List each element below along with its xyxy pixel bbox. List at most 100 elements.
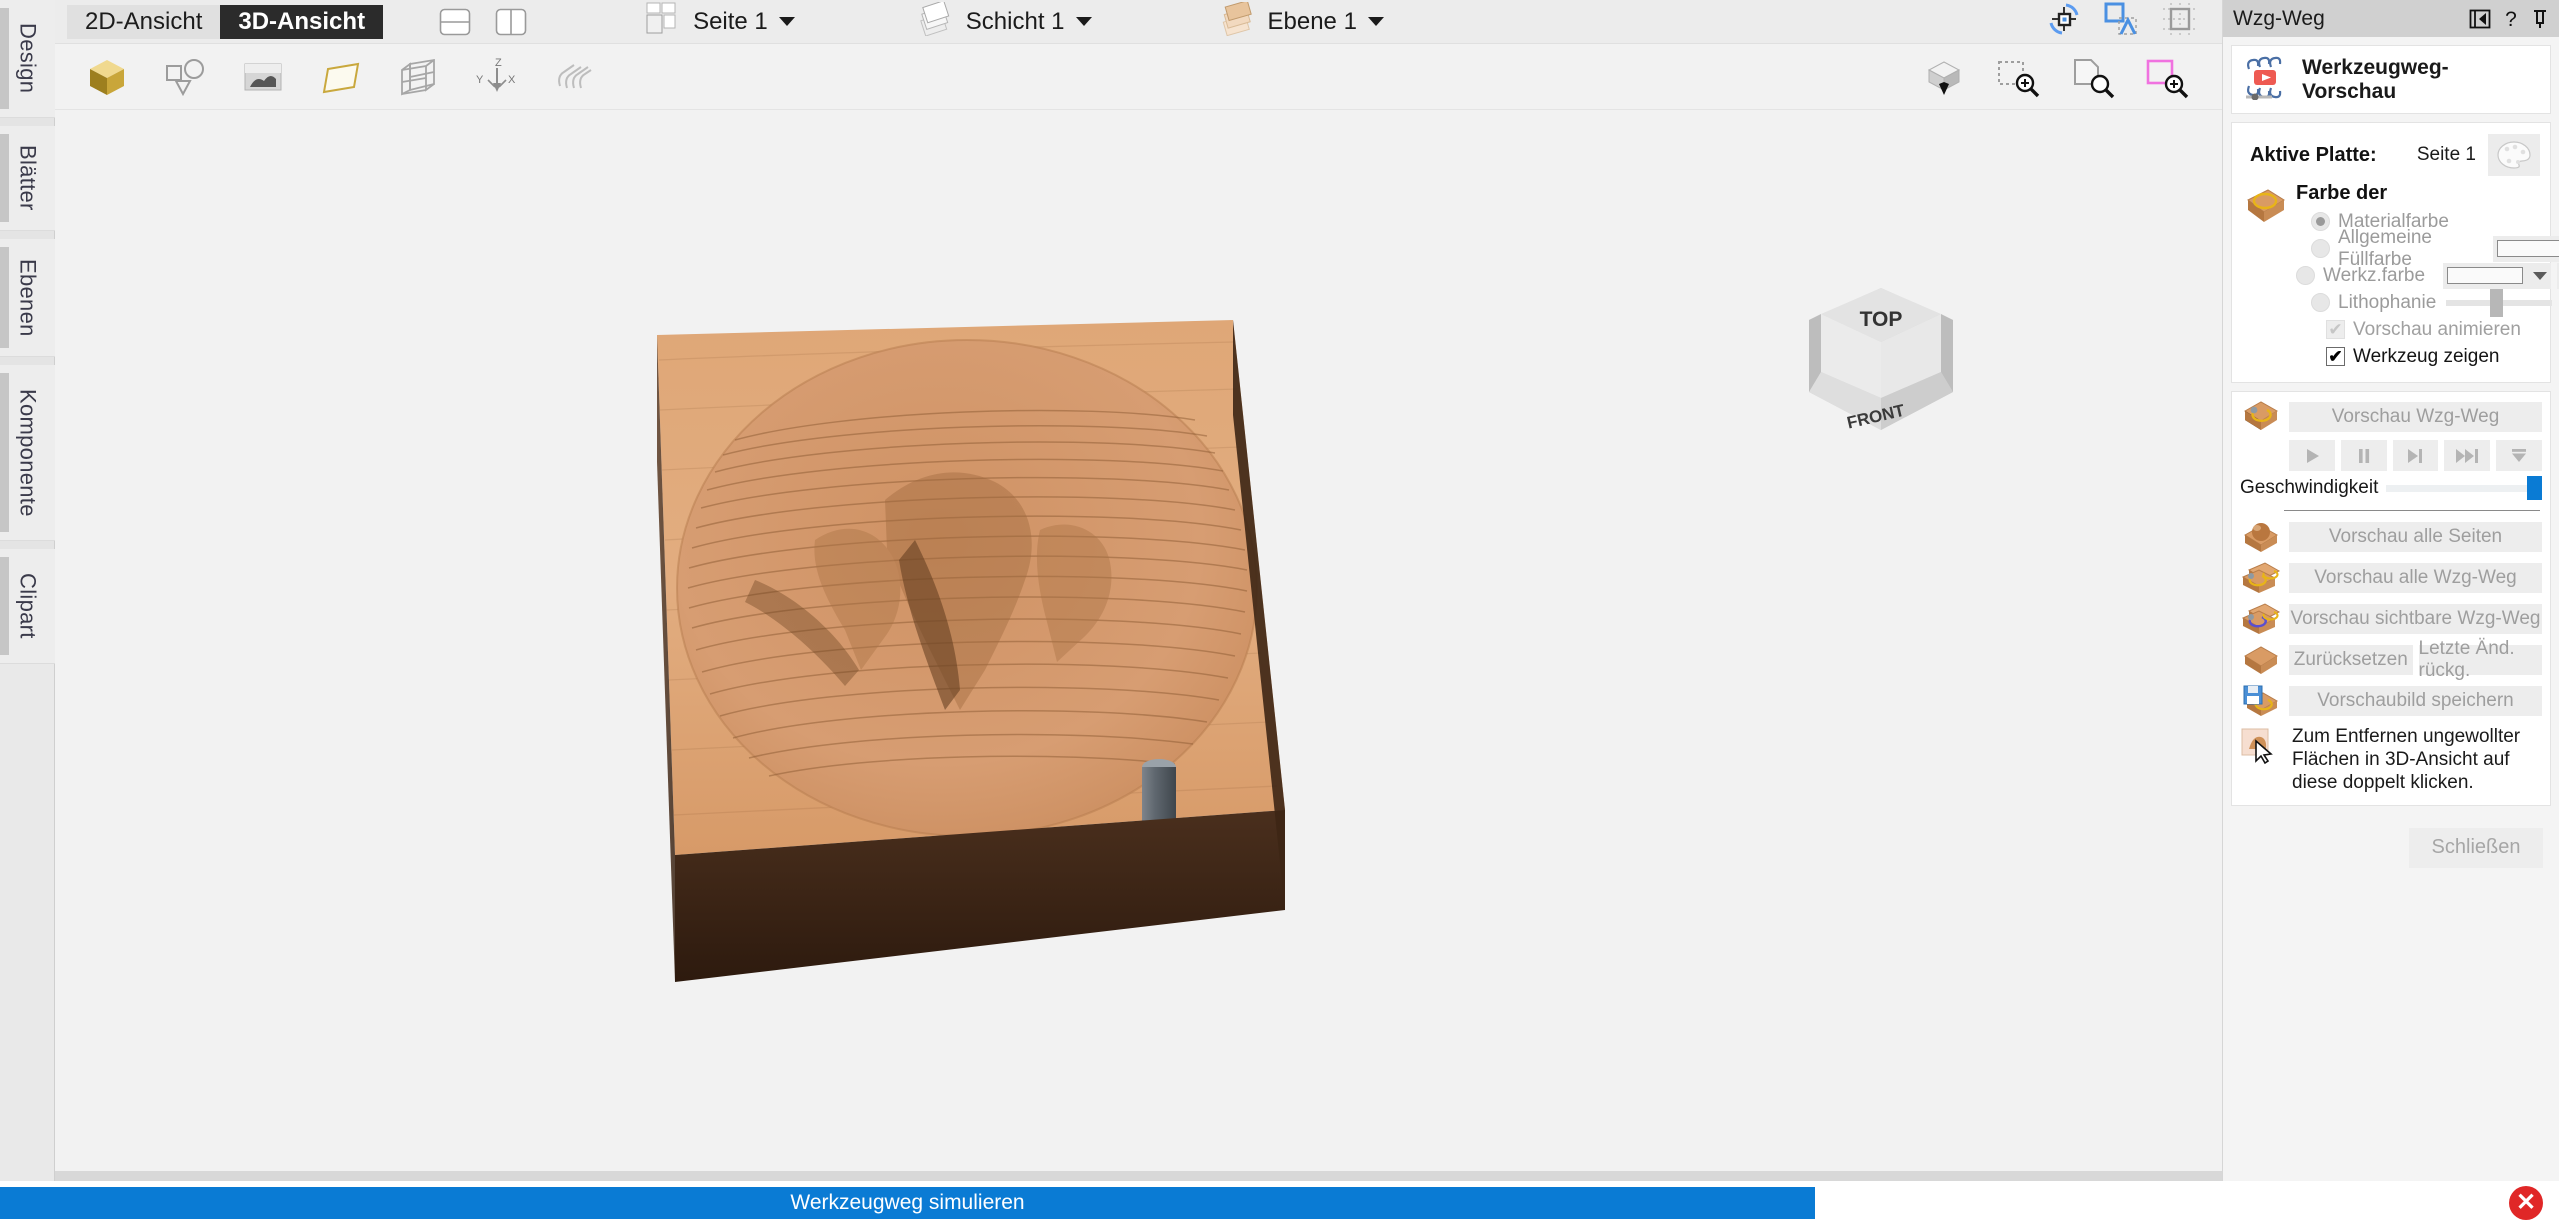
chevron-down-icon[interactable]	[778, 17, 795, 26]
solid-cube-icon[interactable]	[79, 51, 135, 103]
rail-divider	[0, 357, 54, 365]
slider-thumb[interactable]	[2490, 288, 2504, 317]
stop-button[interactable]: ✕	[2509, 1186, 2543, 1220]
radio-lithophanie[interactable]: Lithophanie	[2311, 288, 2559, 317]
toolpath-panel: Wzg-Weg ? Werkzeugweg-Vorschau Aktive Pl…	[2222, 0, 2559, 1181]
tab-accent-bar	[0, 247, 9, 348]
slider-track	[2386, 484, 2542, 492]
view-orientation-cube[interactable]: TOP FRONT	[1781, 280, 1981, 455]
status-message: Werkzeugweg simulieren	[790, 1191, 1025, 1214]
letzte-aenderung-rueckgaengig-button[interactable]: Letzte Änd. rückg.	[2418, 638, 2542, 681]
layer-selector[interactable]: Schicht 1	[915, 0, 1092, 41]
speed-row: Geschwindigkeit	[2240, 476, 2542, 500]
vorschau-alle-wzgweg-row: Vorschau alle Wzg-Weg	[2240, 560, 2542, 596]
radio-allgemeine-fuellfarbe[interactable]: Allgemeine Füllfarbe	[2311, 227, 2559, 270]
axis-xyz-icon[interactable]: ZY X	[469, 51, 525, 103]
close-button-row: Schließen	[2223, 814, 2559, 868]
vorschau-sichtbare-wzgweg-row: Vorschau sichtbare Wzg-Weg	[2240, 601, 2542, 637]
speed-slider[interactable]	[2386, 476, 2542, 500]
tab-accent-bar	[0, 8, 9, 109]
wireframe-box-icon[interactable]	[391, 51, 447, 103]
toolpath-plate-icon	[2240, 399, 2282, 435]
checkbox-werkzeug-zeigen[interactable]: ✔ Werkzeug zeigen	[2326, 343, 2559, 370]
level-selector[interactable]: Ebene 1	[1217, 0, 1384, 41]
play-button[interactable]	[2289, 440, 2335, 471]
fast-forward-button[interactable]	[2444, 440, 2491, 471]
bitmap-relief-icon[interactable]	[235, 51, 291, 103]
panel-header-card: Werkzeugweg-Vorschau	[2231, 45, 2551, 114]
vorschau-alle-seiten-button[interactable]: Vorschau alle Seiten	[2289, 522, 2542, 552]
sidebar-item-design[interactable]: Design	[0, 0, 55, 118]
layers-stack-icon	[915, 0, 957, 41]
lithophane-brightness-slider[interactable]	[2446, 288, 2553, 317]
progress-bar: Werkzeugweg simulieren	[0, 1187, 1815, 1219]
vorschau-alle-wzgweg-button[interactable]: Vorschau alle Wzg-Weg	[2289, 563, 2542, 593]
checkbox-label: Vorschau animieren	[2353, 318, 2521, 340]
tab-accent-bar	[0, 134, 9, 222]
split-horizontal-icon[interactable]	[435, 5, 475, 39]
vorschau-sichtbare-wzgweg-button[interactable]: Vorschau sichtbare Wzg-Weg	[2289, 604, 2542, 634]
color-settings-section: Aktive Platte: Seite 1 Farbe der Materia…	[2231, 122, 2559, 383]
sphere-plate-icon	[2240, 519, 2282, 555]
left-tab-rail: Design Blätter Ebenen Komponente Clipart	[0, 0, 55, 1181]
zoom-selection-icon[interactable]	[1990, 51, 2046, 103]
panel-header-title: Werkzeugweg-Vorschau	[2302, 55, 2449, 103]
close-button[interactable]: Schließen	[2409, 827, 2543, 868]
toolpath-waves-icon[interactable]	[547, 51, 603, 103]
vector-shapes-icon[interactable]	[157, 51, 213, 103]
checkbox-vorschau-animieren[interactable]: ✔ Vorschau animieren	[2326, 316, 2559, 343]
color-palette-button[interactable]	[2488, 134, 2540, 176]
collapse-panel-icon[interactable]	[2469, 8, 2491, 30]
slider-thumb[interactable]	[2527, 476, 2542, 500]
flat-plane-icon[interactable]	[313, 51, 369, 103]
tool-color-combo[interactable]	[2443, 262, 2552, 289]
skip-to-end-button[interactable]	[2496, 440, 2542, 471]
level-label: Ebene 1	[1267, 7, 1357, 35]
rail-divider	[0, 118, 54, 126]
view-tab-group: 2D-Ansicht 3D-Ansicht	[67, 4, 384, 39]
sidebar-item-ebenen[interactable]: Ebenen	[0, 239, 55, 357]
radio-label: Werkz.farbe	[2323, 264, 2426, 286]
reset-undo-buttons: Zurücksetzen Letzte Änd. rückg.	[2289, 638, 2542, 681]
shaded-view-icon[interactable]	[1916, 51, 1972, 103]
grid-snap-icon[interactable]	[2160, 1, 2200, 42]
sidebar-item-label: Ebenen	[15, 258, 41, 337]
color-of-block: Farbe der Materialfarbe Allgemeine Füllf…	[2242, 182, 2559, 370]
sidebar-item-blatter[interactable]: Blätter	[0, 126, 55, 231]
rail-divider	[0, 541, 54, 549]
help-icon[interactable]: ?	[2501, 8, 2521, 30]
tab-3d-ansicht[interactable]: 3D-Ansicht	[220, 4, 384, 39]
3d-viewport[interactable]: TOP FRONT ?	[55, 110, 2222, 1181]
shape-snap-icon[interactable]	[2102, 1, 2142, 42]
zoom-tool-group	[1916, 51, 2222, 103]
zoom-region-icon[interactable]	[2138, 51, 2194, 103]
zoom-page-icon[interactable]	[2064, 51, 2120, 103]
level-plates-icon	[1217, 0, 1259, 41]
section-divider	[2284, 510, 2540, 511]
color-swatch	[2497, 240, 2559, 257]
chevron-down-icon[interactable]	[1075, 17, 1092, 26]
sidebar-item-label: Komponente	[15, 388, 41, 517]
step-forward-button[interactable]	[2392, 440, 2439, 471]
zuruecksetzen-button[interactable]: Zurücksetzen	[2289, 645, 2413, 675]
pause-button[interactable]	[2340, 440, 2387, 471]
tab-accent-bar	[0, 373, 9, 532]
sidebar-item-clipart[interactable]: Clipart	[0, 549, 55, 664]
fill-color-combo[interactable]	[2493, 235, 2559, 262]
vorschau-wzg-weg-button[interactable]: Vorschau Wzg-Weg	[2289, 402, 2542, 432]
split-vertical-icon[interactable]	[491, 5, 531, 39]
sheet-selector[interactable]: Seite 1	[646, 2, 795, 41]
snap-node-icon[interactable]	[2044, 1, 2084, 42]
panel-title-text: Wzg-Weg	[2233, 6, 2325, 30]
sidebar-item-komponente[interactable]: Komponente	[0, 365, 55, 541]
radio-label: Lithophanie	[2338, 291, 2437, 313]
primary-toolbar: 2D-Ansicht 3D-Ansicht Seite 1 Schicht 1 …	[55, 0, 2222, 44]
transport-buttons	[2289, 440, 2542, 471]
chevron-down-icon[interactable]	[1367, 17, 1384, 26]
color-swatch	[2447, 267, 2524, 284]
tab-2d-ansicht[interactable]: 2D-Ansicht	[67, 4, 221, 39]
speed-label: Geschwindigkeit	[2240, 477, 2379, 498]
pin-icon[interactable]	[2531, 8, 2549, 30]
svg-text:X: X	[508, 74, 516, 86]
vorschaubild-speichern-button[interactable]: Vorschaubild speichern	[2289, 686, 2542, 716]
